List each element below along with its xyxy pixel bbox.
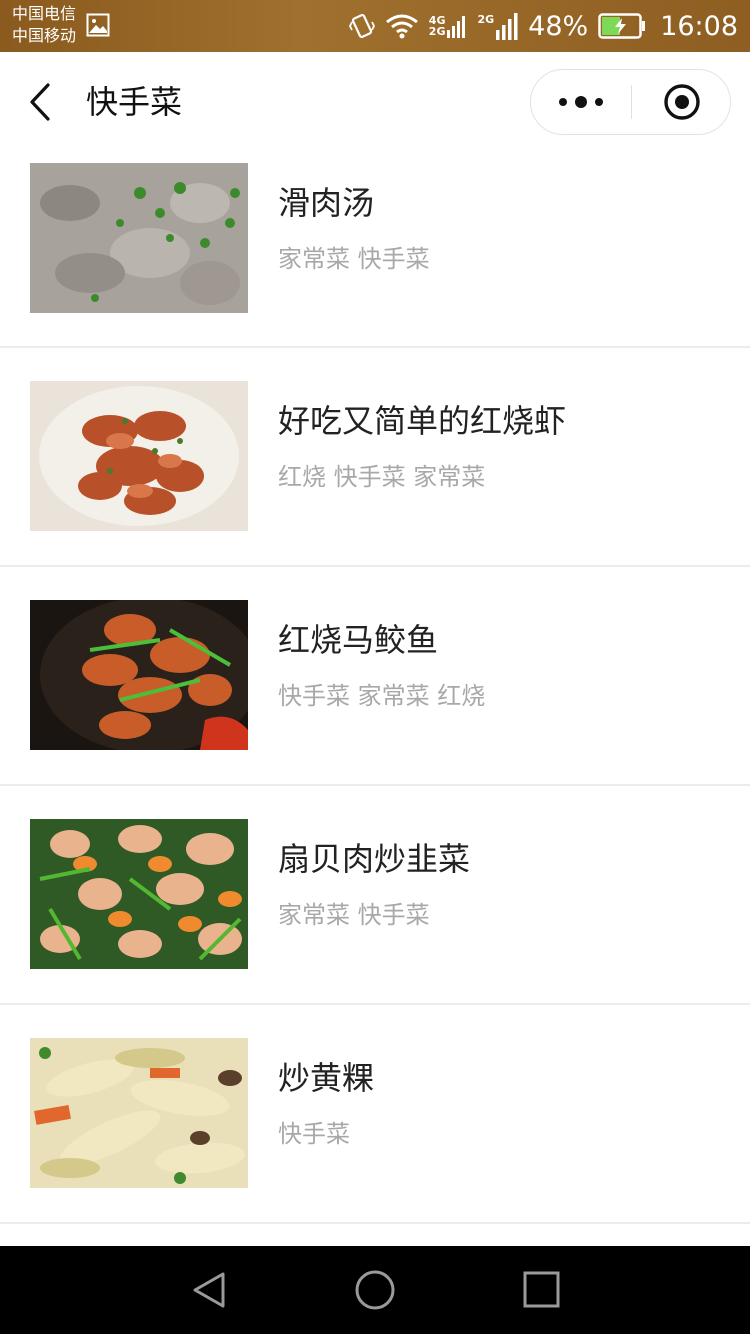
recipe-tags: 家常菜 快手菜 xyxy=(278,901,430,929)
system-home-button[interactable] xyxy=(353,1270,397,1310)
recipe-tags: 红烧 快手菜 家常菜 xyxy=(278,463,486,491)
carrier-info: 中国电信 中国移动 xyxy=(12,3,76,47)
list-item[interactable]: 好吃又简单的红烧虾 红烧 快手菜 家常菜 xyxy=(0,348,750,567)
vibrate-icon xyxy=(348,12,375,40)
recipe-name: 好吃又简单的红烧虾 xyxy=(278,402,567,440)
recipe-name: 炒黄粿 xyxy=(278,1059,375,1097)
back-triangle-icon xyxy=(193,1272,225,1308)
battery-percent: 48% xyxy=(528,10,589,42)
recipe-tags: 快手菜 家常菜 红烧 xyxy=(278,682,486,710)
more-button[interactable] xyxy=(531,70,631,134)
carrier-1: 中国电信 xyxy=(12,4,77,23)
battery-charging-icon xyxy=(598,13,646,39)
signal-icon xyxy=(447,16,466,38)
recipe-tags: 家常菜 快手菜 xyxy=(278,245,430,273)
mini-program-capsule xyxy=(530,69,731,135)
network-type-2: 2G xyxy=(477,13,495,26)
close-target-icon xyxy=(664,84,700,120)
list-item[interactable]: 滑肉汤 家常菜 快手菜 xyxy=(0,152,750,348)
recipe-name: 滑肉汤 xyxy=(278,184,375,222)
recipe-thumbnail xyxy=(30,819,248,969)
recipe-list: 滑肉汤 家常菜 快手菜 好吃又简单的红烧虾 红烧 快手菜 家常菜 红烧马鲛鱼 快… xyxy=(0,152,750,1246)
back-arrow-icon xyxy=(30,83,50,121)
system-back-button[interactable] xyxy=(188,1270,232,1310)
status-bar: 中国电信 中国移动 4G 2G 2G 48% 16:08 xyxy=(0,0,750,52)
recipe-thumbnail xyxy=(30,381,248,531)
close-button[interactable] xyxy=(632,70,732,134)
system-navigation-bar xyxy=(0,1246,750,1334)
network-type-1b: 2G xyxy=(428,25,446,38)
network-indicator-2: 2G xyxy=(477,12,518,40)
network-indicator-1: 4G 2G xyxy=(429,14,468,38)
list-item[interactable]: 扇贝肉炒韭菜 家常菜 快手菜 xyxy=(0,786,750,1005)
signal-icon xyxy=(496,13,518,40)
recipe-name: 扇贝肉炒韭菜 xyxy=(278,840,471,878)
list-item[interactable]: 红烧马鲛鱼 快手菜 家常菜 红烧 xyxy=(0,567,750,786)
navigation-bar: 快手菜 xyxy=(0,52,750,152)
wifi-icon xyxy=(385,13,419,39)
recipe-tags: 快手菜 xyxy=(278,1120,350,1148)
status-time: 16:08 xyxy=(660,10,738,42)
recipe-name: 红烧马鲛鱼 xyxy=(278,621,439,659)
more-dots-icon xyxy=(559,96,603,108)
recents-square-icon xyxy=(523,1271,560,1308)
recipe-thumbnail xyxy=(30,1038,248,1188)
image-icon xyxy=(86,13,110,37)
carrier-2: 中国移动 xyxy=(12,26,77,45)
status-indicators: 4G 2G 2G 48% 16:08 xyxy=(348,0,738,52)
recipe-thumbnail xyxy=(30,163,248,313)
recipe-thumbnail xyxy=(30,600,248,750)
back-button[interactable] xyxy=(22,80,62,124)
page-title: 快手菜 xyxy=(86,83,183,121)
system-recents-button[interactable] xyxy=(519,1270,563,1310)
list-item[interactable]: 炒黄粿 快手菜 xyxy=(0,1005,750,1224)
home-circle-icon xyxy=(355,1270,395,1310)
